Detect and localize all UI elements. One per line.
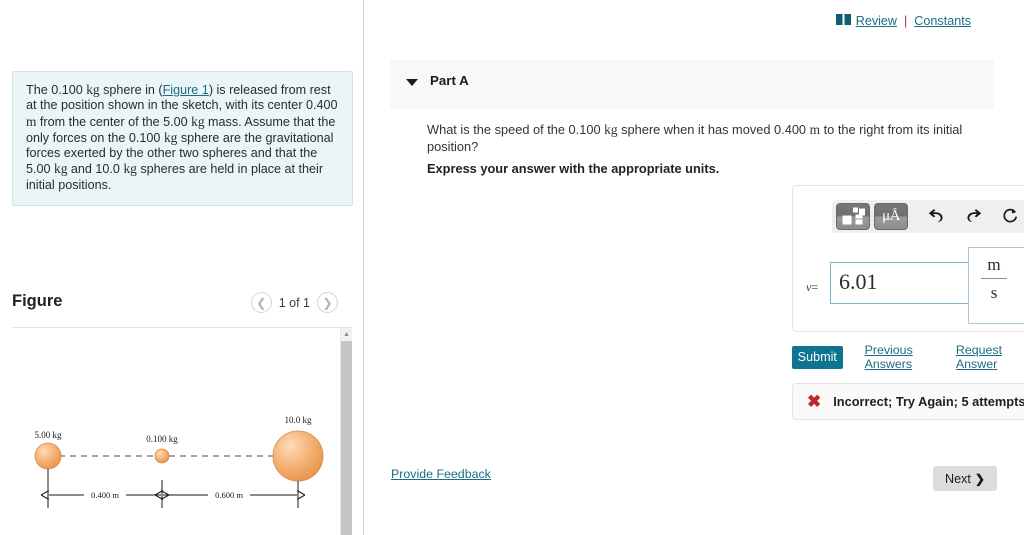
previous-answers-link[interactable]: Previous Answers	[865, 343, 939, 371]
figure-title: Figure	[12, 292, 63, 310]
question-text: What is the speed of the 0.100 kg sphere…	[427, 121, 963, 155]
error-x-icon: ✖	[807, 392, 822, 411]
unit-m-1: m	[26, 113, 37, 129]
figure-diagram: 5.00 kg 0.100 kg 10.0 kg 0.400 m 0.600 m	[34, 415, 324, 508]
figure-navigation: ❮ 1 of 1 ❯	[250, 292, 338, 313]
next-button-label: Next	[945, 471, 971, 486]
scroll-up-arrow-icon[interactable]: ▲	[341, 328, 352, 340]
review-link[interactable]: Review	[856, 14, 897, 28]
question-unit-m: m	[809, 122, 821, 137]
instruction-text: Express your answer with the appropriate…	[427, 161, 720, 176]
figure-next-button[interactable]: ❯	[317, 292, 338, 313]
toolbar-separator: |	[904, 14, 908, 28]
question-seg-2: sphere when it has moved 0.400	[617, 122, 810, 137]
label-sphere-5kg: 5.00 kg	[35, 430, 63, 440]
figure-pane: 5.00 kg 0.100 kg 10.0 kg 0.400 m 0.600 m…	[12, 328, 352, 535]
figure-scrollbar[interactable]: ▲	[340, 328, 352, 535]
part-a-header[interactable]: Part A	[390, 60, 994, 109]
figure-counter: 1 of 1	[278, 295, 310, 310]
figure-1-link[interactable]: Figure 1	[163, 83, 209, 97]
units-fraction: m s	[981, 254, 1007, 304]
feedback-message: Incorrect; Try Again; 5 attempts remaini…	[833, 394, 1024, 409]
chevron-left-icon: ❮	[256, 295, 267, 310]
units-numerator: m	[987, 255, 1001, 274]
unit-kg-5: kg	[123, 161, 137, 177]
math-templates-icon[interactable]	[836, 203, 870, 230]
sphere-0.1kg	[154, 448, 170, 464]
figure-header: Figure ❮ 1 of 1 ❯	[0, 292, 352, 326]
answer-value-input[interactable]: 6.01	[830, 262, 972, 304]
right-panel: Review | Constants Part A What is the sp…	[365, 0, 1024, 535]
next-button[interactable]: Next ❯	[933, 466, 997, 491]
request-answer-link[interactable]: Request Answer	[956, 343, 1024, 371]
question-seg-0: What is the speed of the 0.100	[427, 122, 605, 137]
unit-kg-2: kg	[191, 113, 205, 129]
answer-value-text: 6.01	[839, 269, 878, 294]
problem-text-seg-12: and 10.0	[67, 162, 124, 177]
problem-statement-text: The 0.100 kg sphere in (Figure 1) is rel…	[26, 82, 339, 193]
answer-units-input[interactable]: m s	[968, 247, 1024, 324]
unit-kg-4: kg	[54, 161, 68, 177]
problem-statement-box: The 0.100 kg sphere in (Figure 1) is rel…	[12, 71, 353, 207]
page-root: The 0.100 kg sphere in (Figure 1) is rel…	[0, 0, 1024, 535]
constants-link[interactable]: Constants	[914, 14, 971, 28]
chevron-right-icon: ❯	[322, 295, 333, 310]
greek-units-icon[interactable]: μÅ	[874, 203, 908, 230]
label-sphere-0.1kg: 0.100 kg	[146, 434, 178, 444]
submit-button[interactable]: Submit	[792, 345, 843, 369]
label-dimension-left: 0.400 m	[91, 490, 119, 500]
submit-row: Submit Previous Answers Request Answer	[792, 343, 1024, 371]
question-unit-kg: kg	[604, 122, 618, 137]
problem-text-seg-6: from the center of the 5.00	[36, 114, 192, 129]
provide-feedback-link[interactable]: Provide Feedback	[391, 467, 491, 481]
book-icon	[835, 14, 851, 28]
equals-sign: =	[811, 280, 819, 294]
chevron-right-icon: ❯	[974, 471, 985, 486]
feedback-banner: ✖ Incorrect; Try Again; 5 attempts remai…	[792, 383, 1024, 420]
label-sphere-10kg: 10.0 kg	[285, 415, 313, 425]
undo-arrow-icon[interactable]	[923, 205, 949, 229]
figure-prev-button[interactable]: ❮	[250, 292, 272, 313]
caret-down-icon[interactable]	[406, 79, 418, 86]
variable-label: v=	[806, 280, 818, 295]
problem-text-seg-2: sphere in (	[99, 83, 163, 97]
figure-scrollbar-thumb[interactable]	[341, 341, 352, 535]
label-dimension-right: 0.600 m	[215, 490, 243, 500]
unit-kg-3: kg	[163, 129, 178, 145]
fraction-bar	[981, 278, 1007, 279]
redo-arrow-icon[interactable]	[960, 205, 986, 229]
math-input-toolbar: μÅ	[832, 200, 1024, 233]
reset-circle-icon[interactable]	[997, 205, 1023, 229]
greek-units-glyph: μÅ	[882, 208, 900, 224]
answer-widget: μÅ v= 6.01 m s	[792, 185, 1024, 332]
top-toolbar: Review | Constants	[835, 14, 971, 28]
part-a-label: Part A	[430, 73, 469, 88]
left-panel: The 0.100 kg sphere in (Figure 1) is rel…	[0, 0, 364, 535]
problem-text-seg-0: The 0.100	[26, 83, 87, 97]
units-denominator: s	[990, 283, 998, 302]
sphere-5kg	[34, 442, 62, 470]
sphere-10kg	[272, 430, 324, 482]
unit-kg-1: kg	[86, 82, 100, 97]
